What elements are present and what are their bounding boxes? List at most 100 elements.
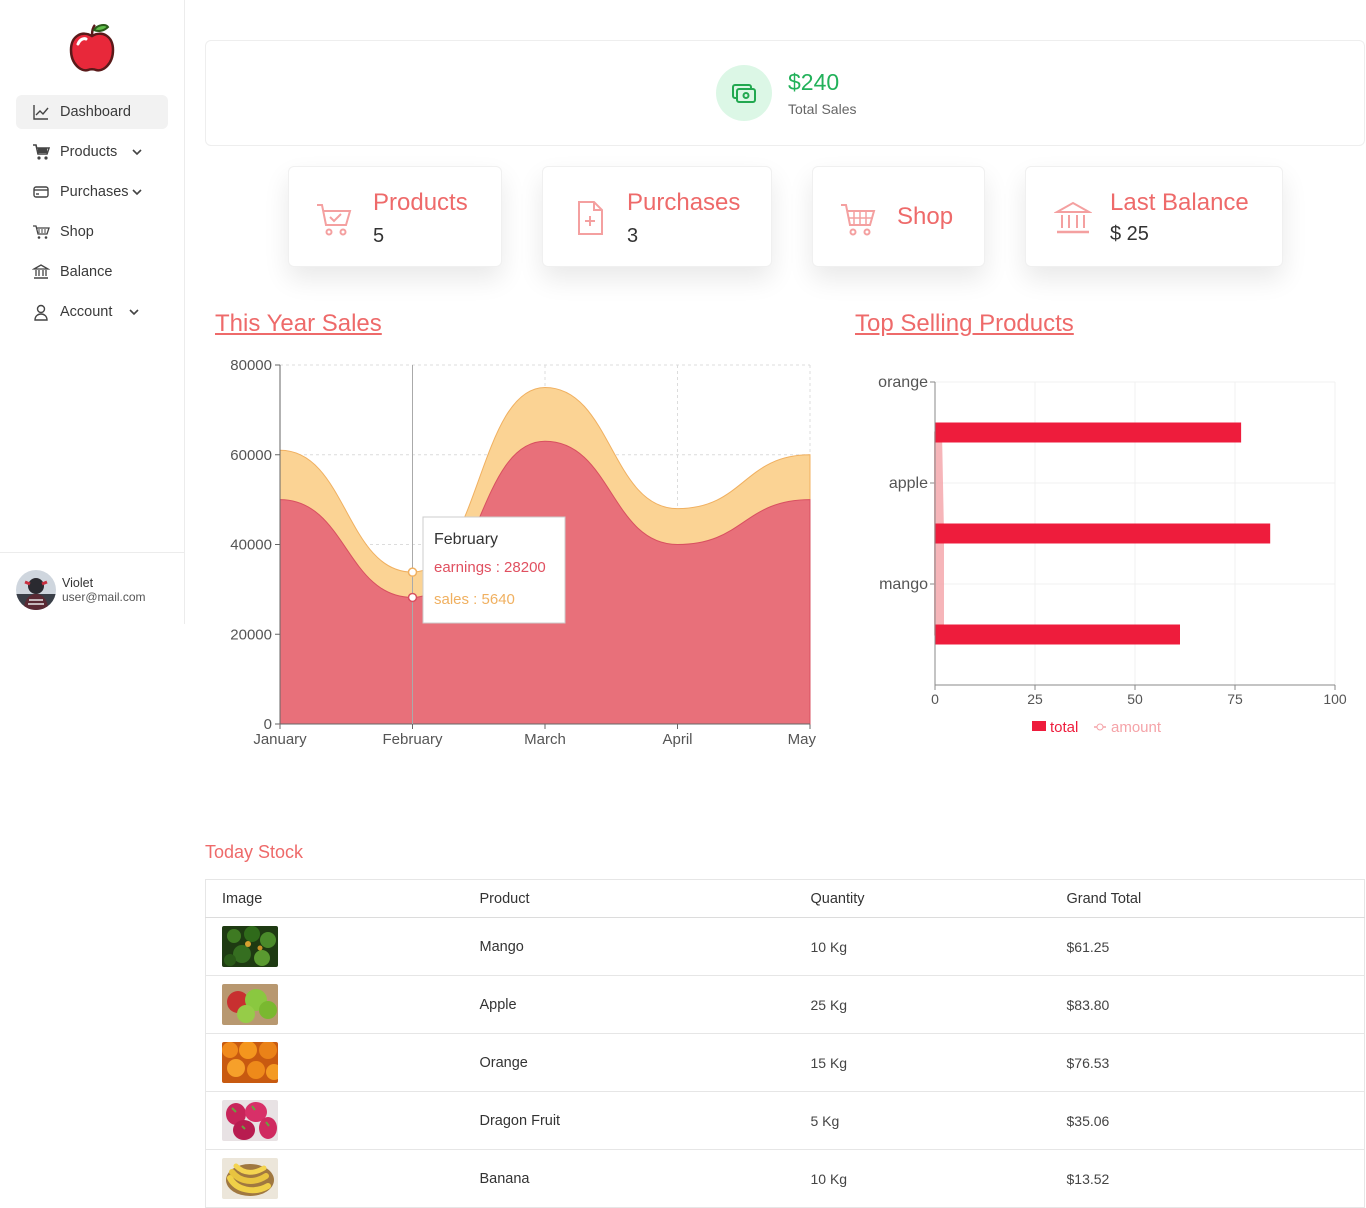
sales-point [407,567,418,577]
total-sales-value: $240 [788,69,840,95]
top-selling-bar-chart[interactable]: 0 25 50 75 100 orange apple mango total amount [845,365,1360,745]
stat-value: $ 25 [1110,223,1149,245]
basket-icon [841,204,876,236]
y-tick-label: 20000 [230,626,272,643]
y-tick-label: orange [878,374,928,391]
tooltip-earnings: earnings : 28200 [434,559,546,576]
image-cell [205,1033,480,1092]
total-sales-label: Total Sales [788,101,857,117]
user-profile[interactable]: Violet user@mail.com [16,570,146,610]
table-row[interactable]: Banana 10 Kg $13.52 [205,1149,1365,1208]
image-cell [205,917,480,976]
total-bar [935,523,1271,544]
x-tick-label: April [662,731,692,748]
total-bar [935,422,1242,443]
bank-icon [32,263,50,281]
legend-label-amount: amount [1111,719,1162,736]
legend-swatch-amount-dot [1096,723,1104,731]
legend-label-total: total [1050,719,1078,736]
column-header: Image [205,879,480,918]
sidebar-item-purchases[interactable]: Purchases [16,175,168,209]
stat-value: 3 [627,225,639,247]
table-row[interactable]: Mango 10 Kg $61.25 [205,917,1365,976]
sidebar-item-label: Products [60,144,118,160]
chart-line-icon [32,103,50,121]
file-plus-icon [578,201,603,235]
orange-image [222,1042,278,1083]
image-cell [205,975,480,1034]
sidebar-divider [0,552,184,553]
x-tick-label: 75 [1227,691,1243,707]
cart-check-icon [317,204,352,236]
quantity-cell: 15 Kg [810,1033,1067,1092]
stat-card-products[interactable]: Products 5 [288,166,502,267]
sidebar-item-label: Balance [60,264,113,280]
stat-title: Products [373,189,468,216]
sidebar-item-dashboard[interactable]: Dashboard [16,95,168,129]
sidebar: Dashboard Products Purchases Shop Balanc… [0,0,185,624]
user-email: user@mail.com [62,590,146,604]
tooltip-title: February [434,531,498,548]
x-tick-label: 50 [1127,691,1143,707]
sidebar-item-label: Dashboard [60,104,131,120]
product-cell: Banana [479,1149,811,1208]
grand-total-cell: $35.06 [1066,1091,1365,1150]
avatar [16,570,56,610]
apple-image [222,984,278,1025]
stat-title: Purchases [627,189,741,216]
x-tick-label: 100 [1323,691,1347,707]
sidebar-item-products[interactable]: Products [16,135,168,169]
chart-legend: total amount [1032,719,1162,736]
grand-total-cell: $13.52 [1066,1149,1365,1208]
sidebar-item-label: Purchases [60,184,129,200]
sales-area-chart[interactable]: 020000400006000080000January February Marc… [205,350,830,760]
sidebar-item-shop[interactable]: Shop [16,215,168,249]
quantity-cell: 10 Kg [810,917,1067,976]
banana-image [222,1158,278,1199]
table-header-row: Image Product Quantity Grand Total [205,879,1365,918]
y-tick-label: 60000 [230,447,272,464]
stat-card-purchases[interactable]: Purchases 3 [542,166,772,267]
y-tick-label: 80000 [230,357,272,374]
sidebar-nav: Dashboard Products Purchases Shop Balanc… [16,95,168,335]
grand-total-cell: $76.53 [1066,1033,1365,1092]
total-bar [935,624,1180,645]
chart-tooltip: February earnings : 28200 sales : 5640 [422,516,566,624]
table-row[interactable]: Apple 25 Kg $83.80 [205,975,1365,1034]
stat-card-last-balance[interactable]: Last Balance $ 25 [1025,166,1283,267]
tooltip-sales: sales : 5640 [434,591,515,608]
earnings-point [407,592,418,603]
user-name: Violet [62,576,94,590]
sidebar-item-label: Account [60,304,113,320]
chevron-down-icon [128,306,140,318]
y-tick-label: apple [889,475,928,492]
x-tick-label: 0 [931,691,939,707]
credit-card-icon [32,183,50,201]
stat-title: Last Balance [1110,189,1249,216]
stat-card-shop[interactable]: Shop [812,166,985,267]
y-tick-label: mango [879,576,928,593]
quantity-cell: 5 Kg [810,1091,1067,1150]
product-cell: Dragon Fruit [479,1091,811,1150]
column-header: Product [479,879,811,918]
stock-table: Image Product Quantity Grand Total Mango… [205,879,1365,1208]
product-cell: Apple [479,975,811,1034]
stat-title: Shop [897,203,954,230]
chevron-down-icon [131,186,143,198]
cart-icon [32,143,50,161]
quantity-cell: 25 Kg [810,975,1067,1034]
table-row[interactable]: Dragon Fruit 5 Kg $35.06 [205,1091,1365,1150]
image-cell [205,1091,480,1150]
x-tick-label: 25 [1027,691,1043,707]
sidebar-item-balance[interactable]: Balance [16,255,168,289]
stat-value: 5 [373,225,385,247]
grand-total-cell: $83.80 [1066,975,1365,1034]
chevron-down-icon [131,146,143,158]
apple-logo-icon [69,24,115,72]
column-header: Grand Total [1066,879,1365,918]
stock-title: Today Stock [205,842,304,862]
sidebar-item-account[interactable]: Account [16,295,168,329]
table-row[interactable]: Orange 15 Kg $76.53 [205,1033,1365,1092]
legend-swatch-total [1032,721,1046,731]
money-icon [716,65,772,121]
